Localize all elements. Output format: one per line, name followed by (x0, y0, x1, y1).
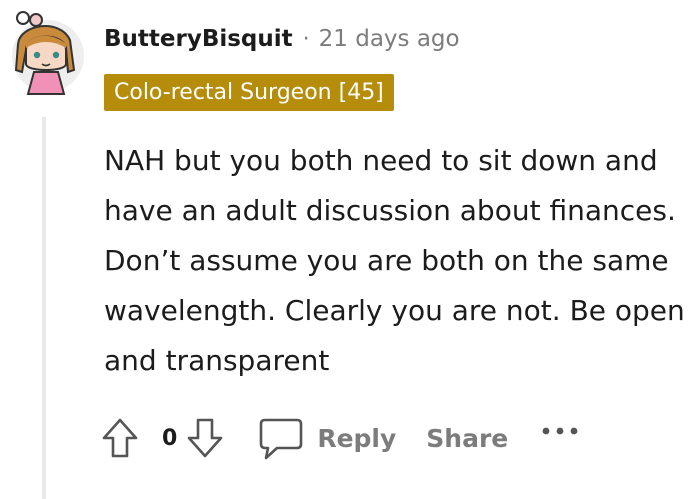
speech-bubble-icon (260, 418, 303, 460)
meta-separator: · (302, 26, 310, 52)
more-dots-icon[interactable] (540, 421, 580, 441)
user-flair: Colo-rectal Surgeon [45] (104, 74, 394, 111)
vote-score: 0 (162, 425, 178, 451)
avatar[interactable] (12, 10, 84, 98)
comment-age[interactable]: 21 days ago (319, 26, 460, 52)
upvote-arrow-icon[interactable] (100, 416, 140, 460)
reply-label: Reply (317, 423, 397, 453)
reply-button[interactable]: Reply (257, 414, 396, 462)
avatar-girl-icon (12, 11, 84, 95)
comment-body: NAH but you both need to sit down and ha… (104, 144, 685, 377)
comment-header: ButteryBisquit · 21 days ago (104, 26, 460, 52)
username[interactable]: ButteryBisquit (104, 26, 293, 52)
share-button[interactable]: Share (426, 424, 508, 453)
comment-actions: 0 Reply Share (100, 414, 580, 462)
downvote-arrow-icon[interactable] (185, 416, 225, 460)
thread-line[interactable] (42, 117, 46, 499)
